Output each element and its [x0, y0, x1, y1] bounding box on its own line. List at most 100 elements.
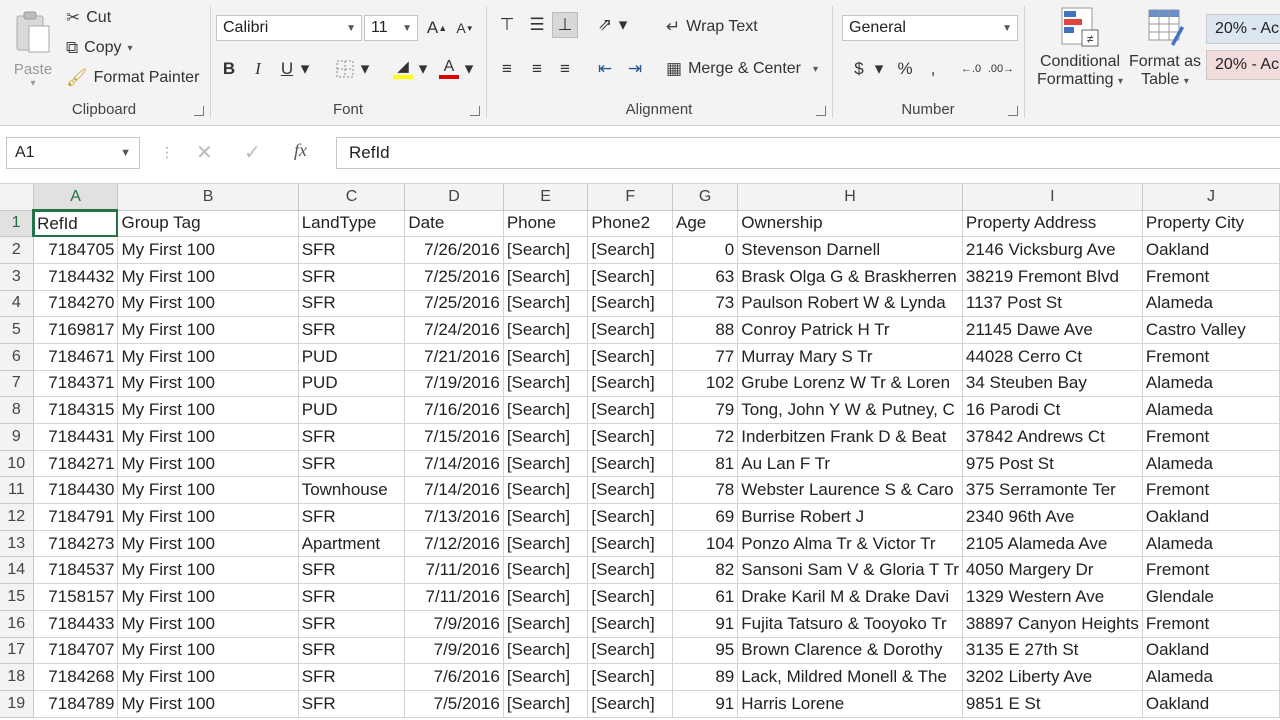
cell[interactable]: Lack, Mildred Monell & The: [737, 663, 963, 691]
conditional-formatting-button[interactable]: ≠ Conditional Formatting ▾: [1032, 6, 1128, 89]
cell[interactable]: 7/14/2016: [404, 476, 504, 505]
cell[interactable]: Sansoni Sam V & Gloria T Tr: [737, 556, 963, 585]
cell[interactable]: My First 100: [117, 450, 299, 478]
clipboard-launcher-icon[interactable]: [194, 106, 204, 116]
wrap-text-button[interactable]: ↵ Wrap Text: [666, 17, 758, 37]
cell[interactable]: [Search]: [587, 637, 673, 665]
cell[interactable]: 102: [672, 370, 739, 398]
cell[interactable]: My First 100: [117, 637, 299, 665]
worksheet-grid[interactable]: ABCDEFGHIJ 1 RefId Group Tag LandType Date Ph…: [0, 184, 1280, 720]
cell[interactable]: Phone2: [587, 210, 673, 238]
cell[interactable]: SFR: [298, 610, 406, 638]
cell[interactable]: Tong, John Y W & Putney, C: [737, 396, 963, 424]
column-header-g[interactable]: G: [672, 184, 739, 211]
cell[interactable]: [Search]: [587, 396, 673, 424]
cell[interactable]: 4050 Margery Dr: [962, 556, 1143, 585]
orientation-dropdown-icon[interactable]: ▾: [616, 12, 630, 38]
cell[interactable]: SFR: [298, 236, 406, 264]
cell[interactable]: Ponzo Alma Tr & Victor Tr: [737, 530, 963, 558]
row-header[interactable]: 9: [0, 423, 34, 451]
italic-button[interactable]: I: [245, 56, 271, 82]
middle-align-button[interactable]: ☰: [524, 12, 550, 38]
cell[interactable]: [Search]: [587, 370, 673, 398]
decrease-decimal-button[interactable]: .00→: [988, 56, 1014, 82]
cell[interactable]: My First 100: [117, 663, 299, 691]
cell[interactable]: LandType: [298, 210, 406, 238]
row-header[interactable]: 18: [0, 663, 34, 691]
row-header[interactable]: 3: [0, 263, 34, 291]
column-header-e[interactable]: E: [503, 184, 589, 211]
cell[interactable]: Alameda: [1142, 663, 1280, 691]
format-painter-button[interactable]: 🖌 Format Painter: [66, 68, 199, 88]
cell[interactable]: [Search]: [587, 343, 673, 371]
cell[interactable]: My First 100: [117, 263, 299, 291]
row-header[interactable]: 6: [0, 343, 34, 371]
cell[interactable]: SFR: [298, 690, 406, 718]
merge-dropdown-icon[interactable]: ▾: [813, 64, 818, 75]
cell[interactable]: 44028 Cerro Ct: [962, 343, 1143, 371]
cell[interactable]: 7184315: [33, 396, 119, 424]
cell[interactable]: Inderbitzen Frank D & Beat: [737, 423, 963, 451]
font-color-dropdown-icon[interactable]: ▾: [462, 56, 476, 82]
cell[interactable]: 69: [672, 503, 739, 531]
cell[interactable]: 81: [672, 450, 739, 478]
cell[interactable]: Townhouse: [298, 476, 406, 505]
percent-button[interactable]: %: [892, 56, 918, 82]
row-header[interactable]: 13: [0, 530, 34, 558]
name-box[interactable]: A1 ▼: [6, 137, 140, 169]
cell[interactable]: 7/11/2016: [404, 556, 504, 585]
cell[interactable]: [Search]: [503, 236, 589, 264]
enter-icon[interactable]: ✓: [244, 140, 261, 165]
cell[interactable]: Alameda: [1142, 450, 1280, 478]
shrink-font-button[interactable]: A ▼: [452, 15, 478, 41]
cell[interactable]: 0: [672, 236, 739, 264]
cell[interactable]: SFR: [298, 316, 406, 344]
row-header[interactable]: 11: [0, 476, 34, 505]
cell[interactable]: [Search]: [503, 583, 589, 611]
cell[interactable]: Alameda: [1142, 396, 1280, 424]
font-launcher-icon[interactable]: [470, 106, 480, 116]
row-header[interactable]: 10: [0, 450, 34, 478]
cell[interactable]: Ownership: [737, 210, 963, 238]
cell[interactable]: 7169817: [33, 316, 119, 344]
cell[interactable]: RefId: [33, 210, 119, 238]
column-header-c[interactable]: C: [298, 184, 406, 211]
number-format-combo[interactable]: General ▼: [842, 15, 1018, 41]
cell-style-accent1[interactable]: 20% - Ac: [1206, 14, 1280, 44]
cell[interactable]: 7/6/2016: [404, 663, 504, 691]
cell[interactable]: PUD: [298, 343, 406, 371]
cell[interactable]: Castro Valley: [1142, 316, 1280, 344]
cell[interactable]: Property City: [1142, 210, 1280, 238]
cell[interactable]: SFR: [298, 663, 406, 691]
cell[interactable]: My First 100: [117, 343, 299, 371]
row-header[interactable]: 2: [0, 236, 34, 264]
cell[interactable]: Fremont: [1142, 556, 1280, 585]
cell[interactable]: 7184431: [33, 423, 119, 451]
select-all-corner[interactable]: [0, 184, 34, 211]
cell[interactable]: 7/25/2016: [404, 263, 504, 291]
cell[interactable]: My First 100: [117, 423, 299, 451]
cell[interactable]: [Search]: [587, 663, 673, 691]
grow-font-button[interactable]: A ▲: [424, 15, 450, 41]
align-right-button[interactable]: ≡: [552, 56, 578, 82]
cell[interactable]: 95: [672, 637, 739, 665]
cell[interactable]: 975 Post St: [962, 450, 1143, 478]
cell[interactable]: Property Address: [962, 210, 1143, 238]
cell[interactable]: SFR: [298, 503, 406, 531]
cell[interactable]: Fremont: [1142, 343, 1280, 371]
column-header-b[interactable]: B: [117, 184, 299, 211]
cell[interactable]: SFR: [298, 637, 406, 665]
cell[interactable]: 38897 Canyon Heights: [962, 610, 1143, 638]
row-header[interactable]: 16: [0, 610, 34, 638]
cell[interactable]: Group Tag: [117, 210, 299, 238]
cell[interactable]: 7184273: [33, 530, 119, 558]
cell[interactable]: [Search]: [503, 263, 589, 291]
fill-color-button[interactable]: ◢: [390, 56, 416, 82]
cell[interactable]: [Search]: [587, 236, 673, 264]
cell[interactable]: My First 100: [117, 396, 299, 424]
cell[interactable]: [Search]: [503, 316, 589, 344]
cell[interactable]: 7/24/2016: [404, 316, 504, 344]
cell[interactable]: 2340 96th Ave: [962, 503, 1143, 531]
cell[interactable]: 3135 E 27th St: [962, 637, 1143, 665]
cell[interactable]: My First 100: [117, 476, 299, 505]
